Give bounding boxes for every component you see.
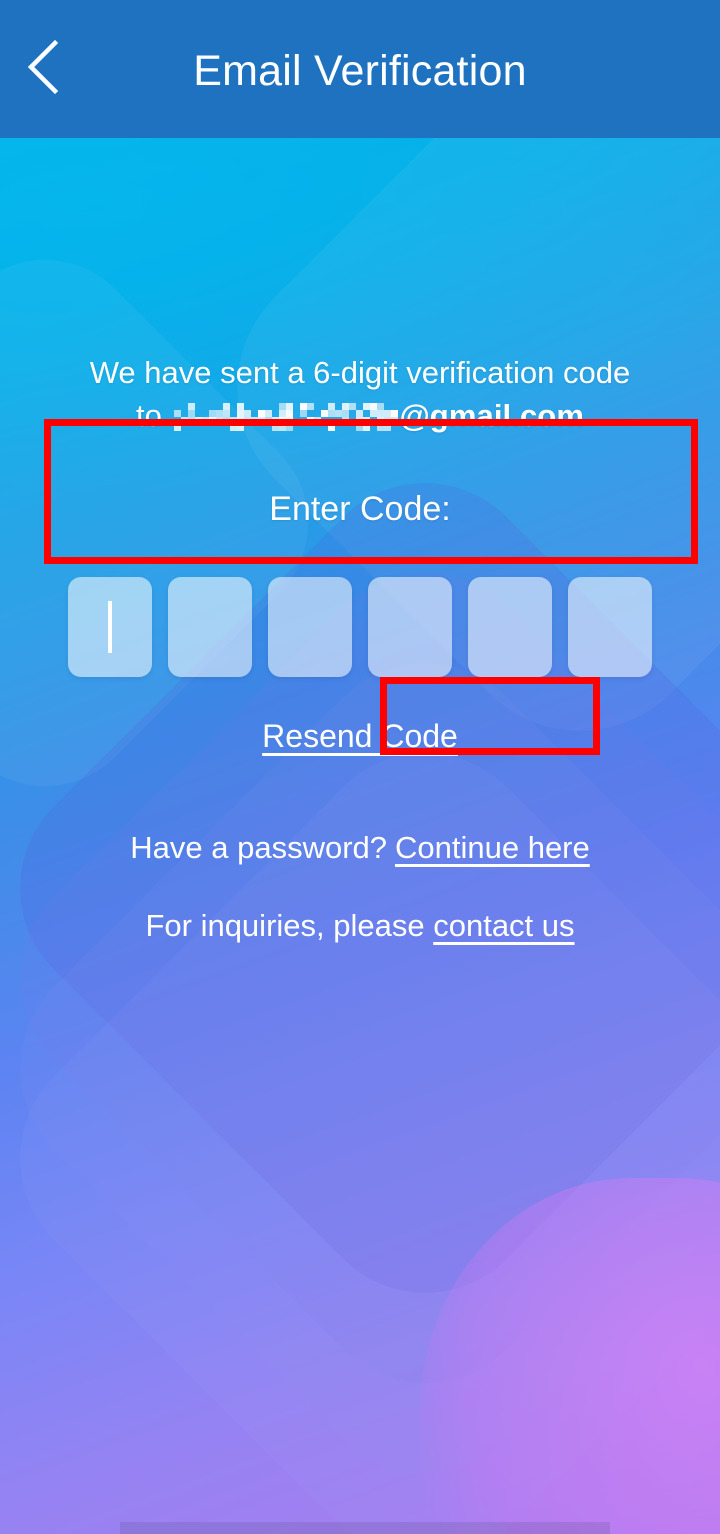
resend-code-link[interactable]: Resend Code	[262, 718, 458, 754]
email-verification-screen: Email Verification We have sent a 6-digi…	[0, 0, 720, 1534]
verification-message-line2: to @gmail.com	[0, 396, 720, 435]
verification-message: We have sent a 6-digit verification code…	[0, 353, 720, 435]
main-content: We have sent a 6-digit verification code…	[0, 138, 720, 1534]
contact-us-link[interactable]: contact us	[433, 908, 574, 943]
text-cursor	[108, 601, 112, 653]
otp-digit-3[interactable]	[268, 577, 352, 677]
system-navigation-bar	[120, 1522, 610, 1534]
app-header: Email Verification	[0, 0, 720, 138]
otp-input-row[interactable]	[68, 577, 652, 677]
enter-code-label: Enter Code:	[269, 490, 451, 528]
continue-here-link[interactable]: Continue here	[395, 830, 590, 865]
otp-digit-4[interactable]	[368, 577, 452, 677]
otp-digit-1[interactable]	[68, 577, 152, 677]
have-password-label: Have a password?	[130, 830, 387, 865]
otp-digit-2[interactable]	[168, 577, 252, 677]
page-title: Email Verification	[193, 46, 527, 95]
otp-digit-5[interactable]	[468, 577, 552, 677]
have-password-row: Have a password? Continue here	[0, 830, 720, 866]
verification-message-prefix: to	[135, 398, 162, 433]
resend-code-row: Resend Code	[0, 718, 720, 755]
inquiries-label: For inquiries, please	[145, 908, 425, 943]
verification-message-line1: We have sent a 6-digit verification code	[89, 355, 631, 390]
redacted-email-local-part	[174, 403, 399, 431]
otp-digit-6[interactable]	[568, 577, 652, 677]
inquiries-row: For inquiries, please contact us	[0, 908, 720, 944]
email-domain: @gmail.com	[399, 398, 585, 433]
